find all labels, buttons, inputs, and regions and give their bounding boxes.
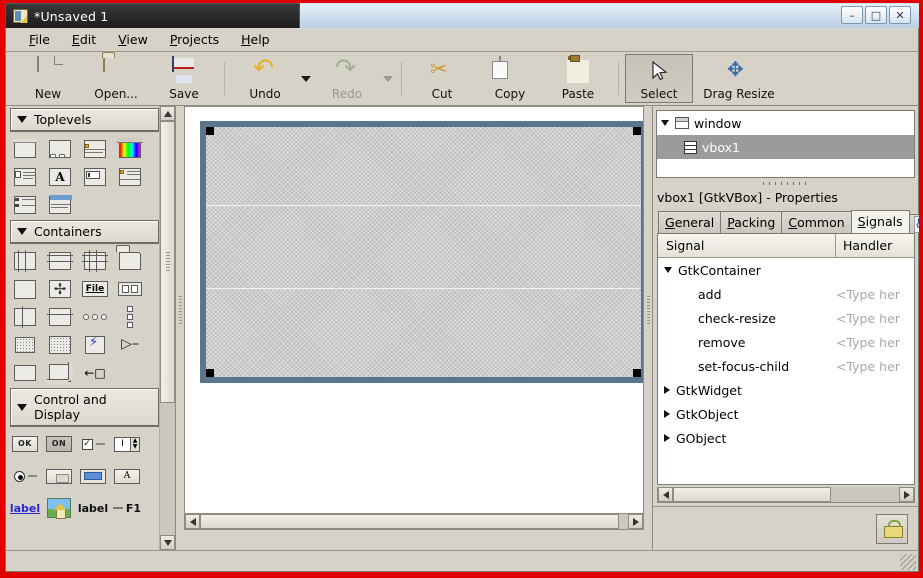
screen-border-frame	[0, 0, 923, 578]
selection-handle-top-right[interactable]	[633, 127, 641, 135]
tab-signals[interactable]: Signals	[850, 210, 910, 233]
selection-handle-bottom-left[interactable]	[206, 369, 214, 377]
maximize-button[interactable]: □	[865, 6, 887, 24]
minimize-button[interactable]: –	[841, 6, 863, 24]
window-controls[interactable]: – □ ✕	[841, 6, 911, 24]
selection-handle-top-left[interactable]	[206, 127, 214, 135]
selection-handle-bottom-right[interactable]	[633, 369, 641, 377]
close-button[interactable]: ✕	[889, 6, 911, 24]
